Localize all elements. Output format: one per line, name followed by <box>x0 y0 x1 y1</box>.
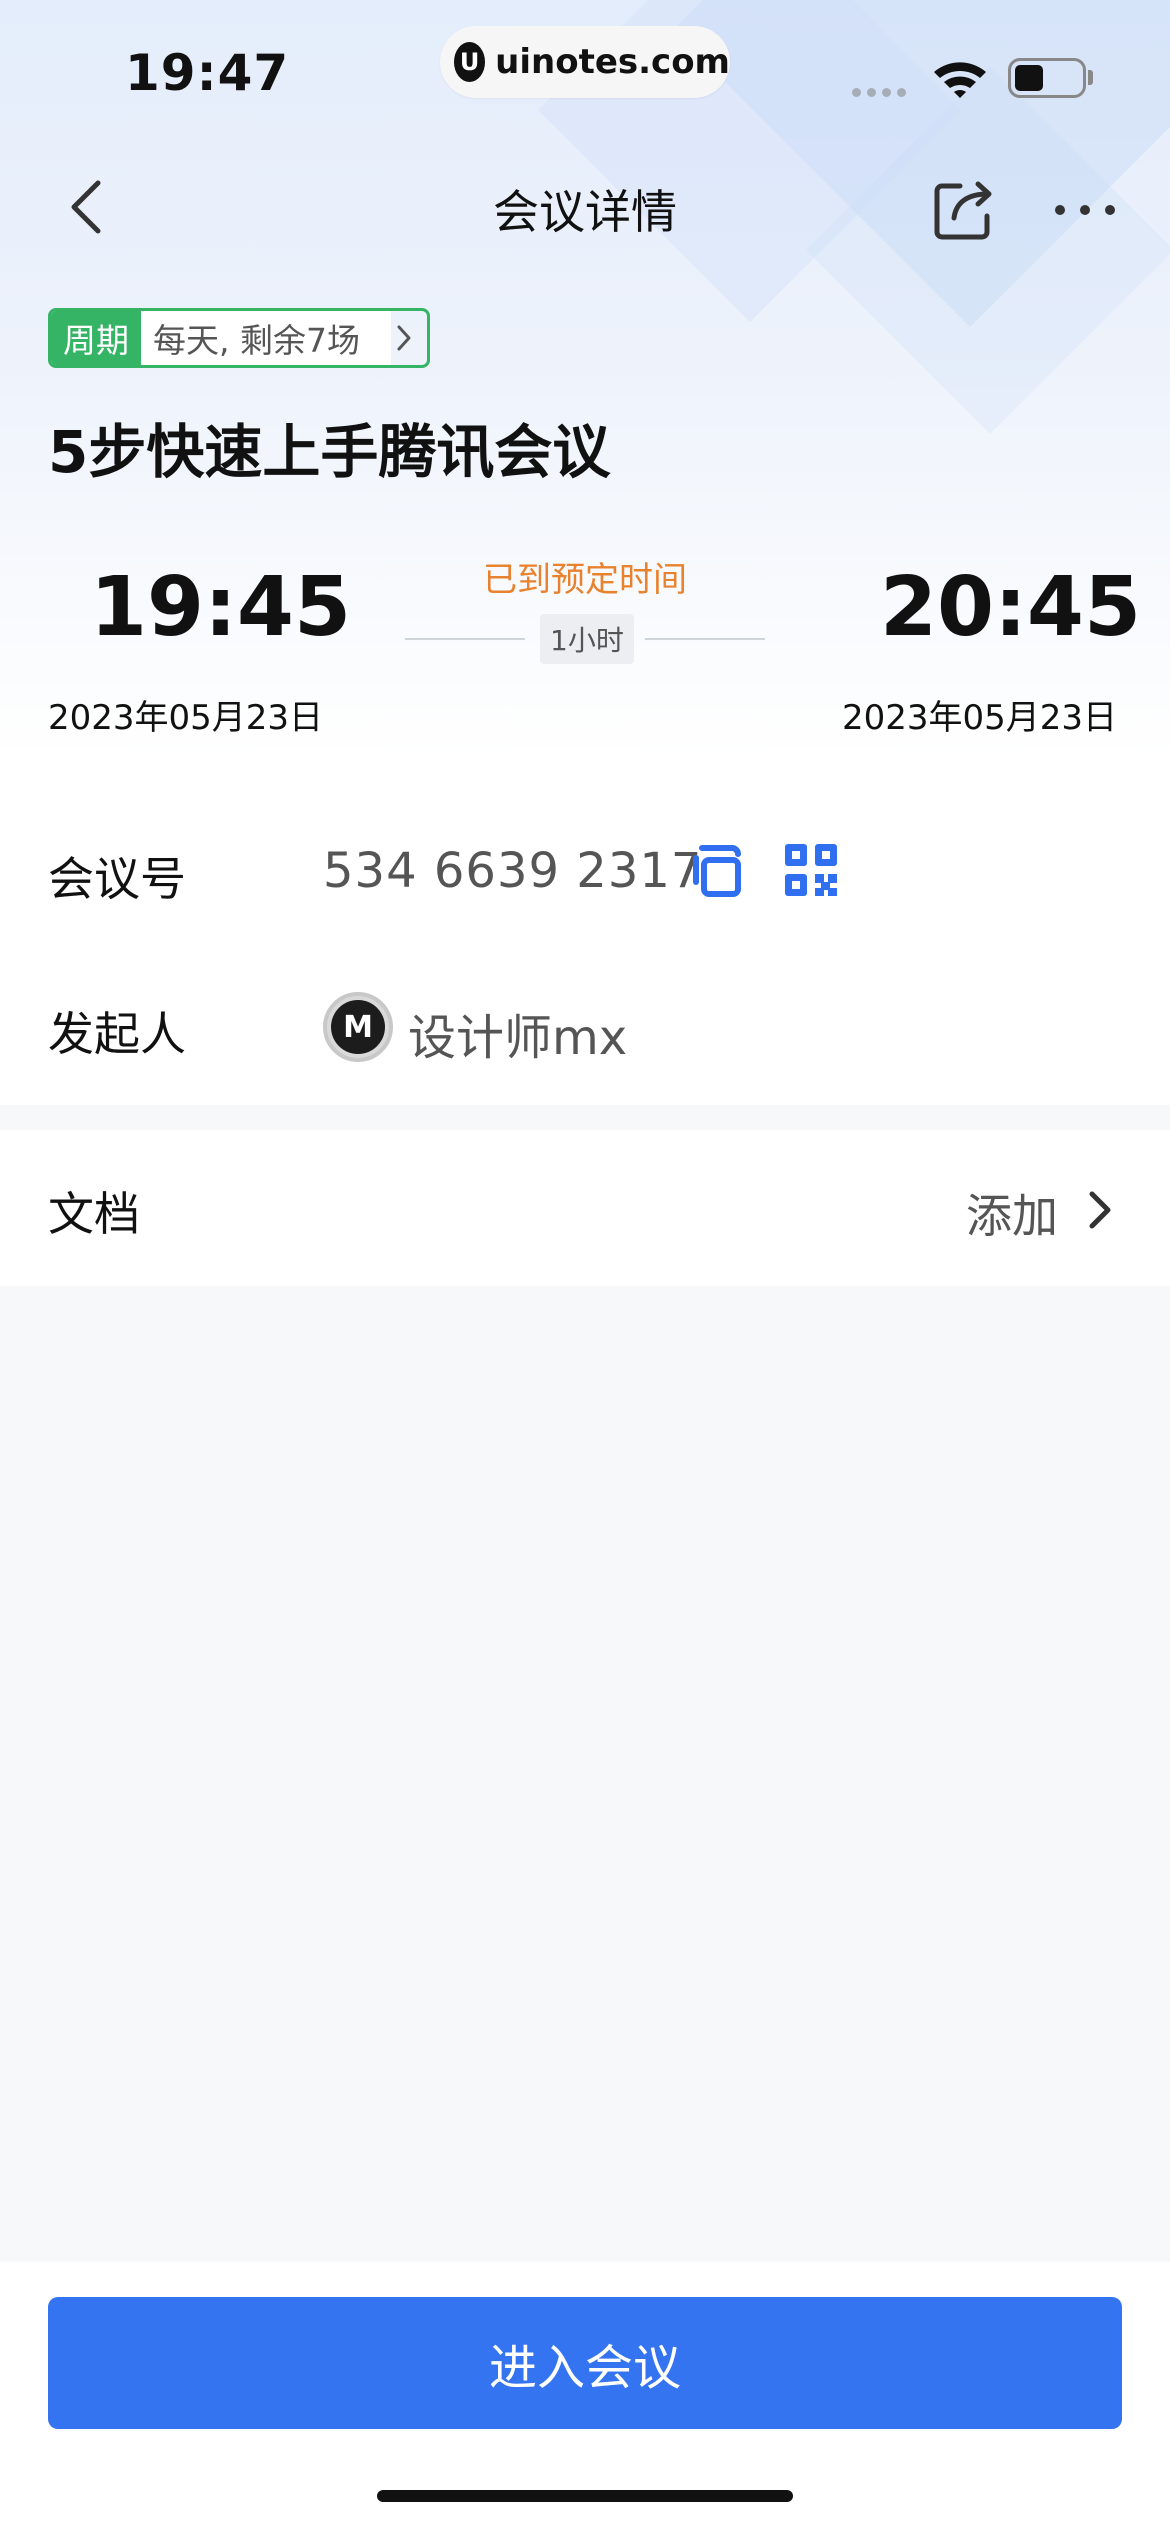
documents-label: 文档 <box>48 1187 140 1241</box>
home-indicator <box>377 2490 793 2502</box>
meeting-id: 534 6639 2317 <box>323 843 703 899</box>
recurrence-tag[interactable]: 周期 每天, 剩余7场 <box>48 308 430 368</box>
divider <box>645 638 765 640</box>
start-date: 2023年05月23日 <box>48 698 324 738</box>
recurrence-tag-text: 每天, 剩余7场 <box>141 311 391 365</box>
url-text: uinotes.com <box>495 42 730 82</box>
status-time: 19:47 <box>125 44 290 102</box>
chevron-right-icon <box>397 325 411 351</box>
battery-cap <box>1088 70 1093 85</box>
end-date: 2023年05月23日 <box>842 698 1118 738</box>
avatar-text: M <box>331 1000 385 1054</box>
copy-icon[interactable] <box>688 842 746 900</box>
host-label: 发起人 <box>48 1007 186 1061</box>
signal-icon <box>852 82 914 97</box>
url-pill: U uinotes.com <box>440 26 730 98</box>
end-time: 20:45 <box>880 560 1142 655</box>
meeting-id-label: 会议号 <box>48 852 186 906</box>
add-document-link[interactable]: 添加 <box>966 1180 1058 1246</box>
recurrence-tag-label: 周期 <box>51 311 141 365</box>
chevron-right-icon <box>1089 1191 1111 1229</box>
meeting-title: 5步快速上手腾讯会议 <box>48 418 611 486</box>
qr-code-icon[interactable] <box>783 842 839 898</box>
battery-icon <box>1008 58 1086 98</box>
host-name: 设计师mx <box>408 1010 628 1066</box>
duration-badge: 1小时 <box>540 614 634 664</box>
site-logo-icon: U <box>454 42 486 82</box>
more-icon[interactable] <box>1050 182 1120 238</box>
avatar: M <box>323 992 393 1062</box>
divider <box>405 638 525 640</box>
wifi-icon <box>934 62 986 98</box>
documents-row[interactable]: 文档 添加 <box>0 1130 1170 1286</box>
join-meeting-button[interactable]: 进入会议 <box>48 2297 1122 2429</box>
share-icon[interactable] <box>930 176 998 244</box>
